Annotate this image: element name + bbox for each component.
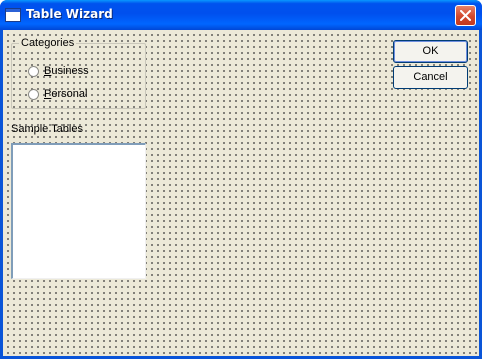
radio-personal-circle[interactable] <box>28 88 39 100</box>
title-bar[interactable]: Table Wizard <box>0 0 482 30</box>
radio-personal[interactable]: Personal <box>28 87 87 101</box>
sample-tables-listbox[interactable] <box>11 143 146 279</box>
categories-groupbox: Categories Business Personal <box>11 36 146 109</box>
close-button[interactable] <box>455 5 476 26</box>
radio-business[interactable]: Business <box>28 64 89 78</box>
ok-button[interactable]: OK <box>393 40 468 63</box>
sample-tables-label: Sample Tables <box>11 123 83 135</box>
radio-business-label[interactable]: Business <box>44 64 89 78</box>
window-title: Table Wizard <box>26 7 113 21</box>
cancel-button[interactable]: Cancel <box>393 66 468 89</box>
dialog-client-area: Categories Business Personal Sample Tabl… <box>3 30 479 356</box>
window-icon <box>5 8 21 22</box>
table-wizard-window: Table Wizard Categories Business Persona… <box>0 0 482 359</box>
radio-business-circle[interactable] <box>28 65 39 77</box>
close-icon <box>460 10 471 21</box>
categories-label: Categories <box>19 36 77 50</box>
radio-personal-label[interactable]: Personal <box>44 87 87 101</box>
